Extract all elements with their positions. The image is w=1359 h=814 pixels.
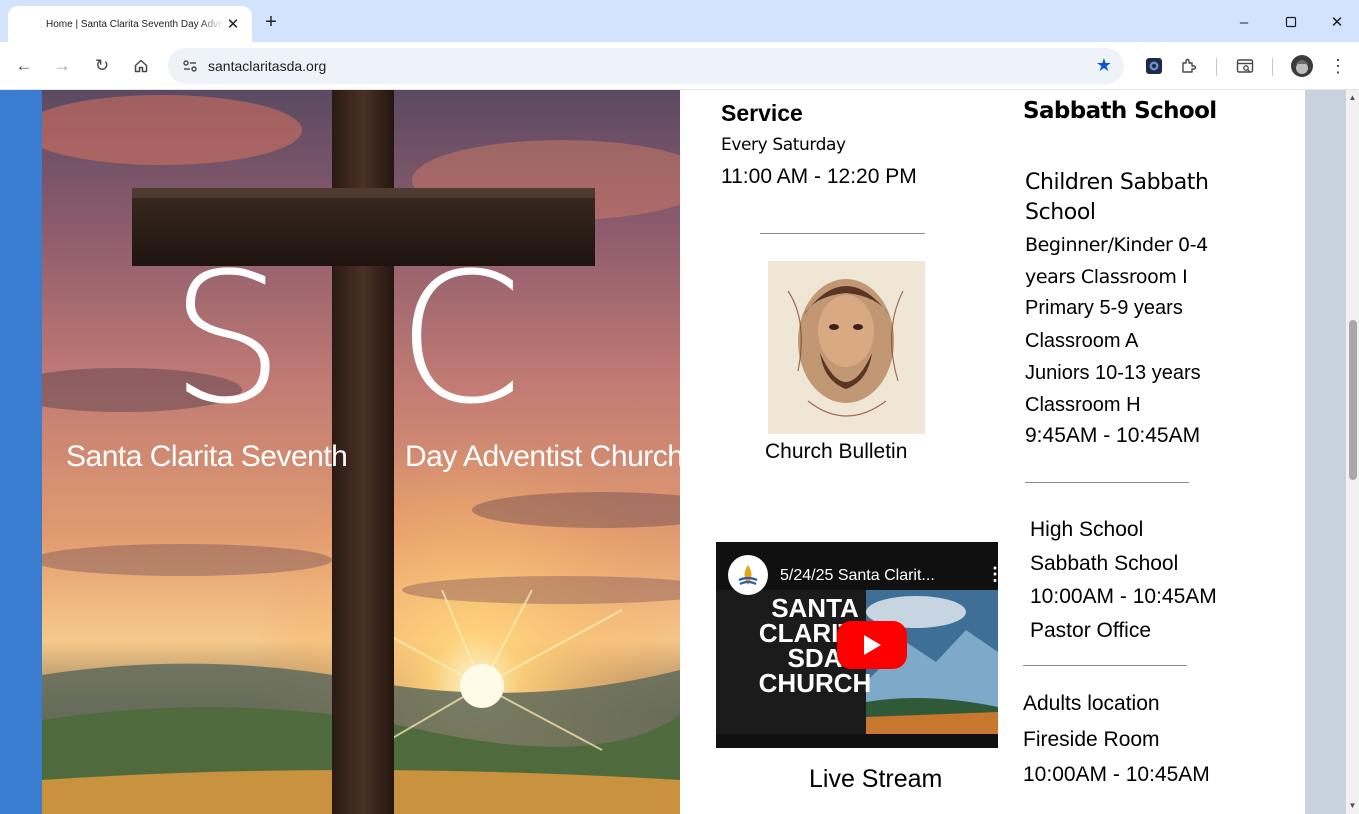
service-day: Every Saturday [721,135,846,155]
tab-search-icon[interactable] [1231,52,1259,80]
adults-line: Adults location [1023,692,1160,715]
tab-close-icon[interactable]: ✕ [224,15,242,33]
high-school-line: Sabbath School [1030,552,1179,575]
video-title[interactable]: 5/24/25 Santa Clarit... [780,567,935,585]
scroll-thumb[interactable] [1349,320,1357,480]
children-title-line: Children Sabbath [1025,170,1209,195]
profile-avatar[interactable] [1288,52,1316,80]
bulletin-label[interactable]: Church Bulletin [765,440,907,464]
logo-caption-right: Day Adventist Church [405,440,680,473]
sabbath-school-heading: Sabbath School [1023,98,1217,124]
children-detail-line: Classroom A [1025,330,1139,352]
divider [1025,482,1189,483]
page-viewport: S C Santa Clarita Seventh Day Adventist … [0,90,1346,814]
extension-icon[interactable] [1140,52,1168,80]
high-school-line: 10:00AM - 10:45AM [1030,585,1217,608]
divider [760,233,925,234]
url-text: santaclaritasda.org [208,58,327,74]
forward-icon[interactable]: → [48,52,76,80]
channel-logo-icon[interactable] [728,555,768,595]
extensions-puzzle-icon[interactable] [1175,52,1203,80]
children-detail-line: 9:45AM - 10:45AM [1025,424,1201,447]
left-background-strip [0,90,42,814]
back-icon[interactable]: ← [10,52,38,80]
maximize-icon[interactable] [1277,8,1305,36]
right-background-strip [1305,90,1346,814]
tab-title: Home | Santa Clarita Seventh Day Adventi… [46,18,224,30]
service-heading: Service [721,100,803,126]
bulletin-image[interactable] [768,261,925,434]
logo-caption-left: Santa Clarita Seventh [66,440,348,473]
toolbar-divider [1272,58,1273,76]
children-detail-line: Primary 5-9 years [1025,297,1183,319]
scroll-up-icon[interactable]: ▲ [1348,93,1357,102]
play-icon [864,635,881,655]
scroll-down-icon[interactable]: ▼ [1348,801,1357,810]
browser-toolbar: ← → ↻ santaclaritasda.org ★ ⋮ [0,42,1359,90]
children-title-line: School [1025,200,1096,225]
toolbar-divider [1216,58,1217,76]
thumbnail-line: CHURCH [758,668,872,698]
play-button[interactable] [837,621,907,669]
page-scrollbar[interactable]: ▲ ▼ [1346,90,1359,814]
browser-tab[interactable]: Home | Santa Clarita Seventh Day Adventi… [8,6,252,42]
children-detail-line: Juniors 10-13 years [1025,362,1201,384]
adults-line: Fireside Room [1023,728,1160,751]
reload-icon[interactable]: ↻ [88,52,116,80]
children-detail-line: Classroom H [1025,394,1141,416]
children-detail-line: Beginner/Kinder 0-4 [1025,234,1208,256]
hero-image: S C Santa Clarita Seventh Day Adventist … [42,90,680,814]
address-bar[interactable]: santaclaritasda.org ★ [168,48,1124,84]
menu-kebab-icon[interactable]: ⋮ [1324,52,1352,80]
minimize-icon[interactable]: – [1230,8,1258,36]
logo-letter-s: S [170,235,285,444]
high-school-line: High School [1030,518,1144,541]
youtube-embed[interactable]: 5/24/25 Santa Clarit... ⋮ SANTA CLARITA … [716,542,998,748]
video-menu-icon[interactable]: ⋮ [986,564,998,585]
service-time: 11:00 AM - 12:20 PM [721,165,917,188]
close-window-icon[interactable]: ✕ [1323,8,1351,36]
divider [1023,665,1187,666]
adults-line: 10:00AM - 10:45AM [1023,763,1210,786]
children-detail-line: years Classroom I [1025,266,1188,288]
high-school-line: Pastor Office [1030,619,1151,642]
bookmark-star-icon[interactable]: ★ [1096,55,1112,76]
home-icon[interactable] [127,52,155,80]
site-info-icon[interactable] [174,52,206,80]
new-tab-icon[interactable]: + [260,11,282,33]
logo-letter-c: C [397,235,523,444]
tab-strip: Home | Santa Clarita Seventh Day Adventi… [0,0,1359,42]
live-stream-label[interactable]: Live Stream [809,765,942,794]
